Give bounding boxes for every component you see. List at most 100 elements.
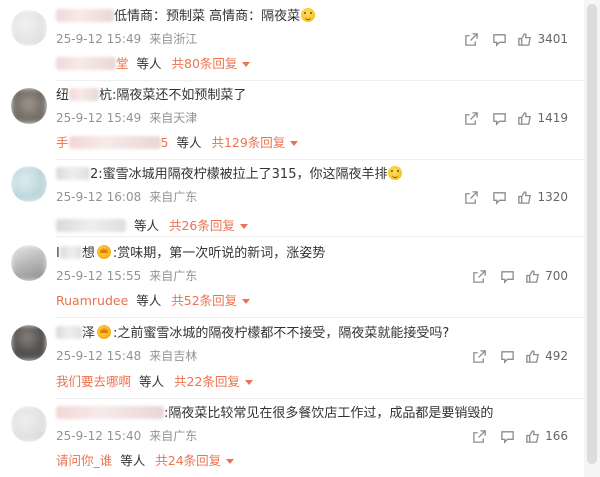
- reply-summary: 手5 等人 共129条回复: [56, 134, 299, 152]
- comment-time: 25-9-12 15:55: [56, 269, 142, 283]
- like-count: 1419: [537, 111, 568, 125]
- comment-time: 25-9-12 16:08: [56, 190, 142, 204]
- like-button[interactable]: 166: [525, 429, 568, 444]
- reply-username[interactable]: Ruamrudee: [56, 293, 128, 308]
- laugh-emoji-icon: [388, 166, 403, 180]
- more-replies-link[interactable]: 共22条回复: [174, 374, 253, 389]
- comment-icon[interactable]: [485, 30, 513, 48]
- reply-username-redacted[interactable]: [68, 136, 161, 149]
- comment-location: 来自广东: [149, 429, 198, 443]
- like-button[interactable]: 1320: [517, 190, 568, 205]
- comment-meta: 25-9-12 15:55 来自广东: [56, 268, 197, 284]
- more-replies-link[interactable]: 共24条回复: [155, 453, 235, 468]
- comment-time: 25-9-12 15:49: [56, 32, 142, 46]
- reply-summary: 请问你_谁 等人 共24条回复: [56, 452, 235, 470]
- comment-icon[interactable]: [485, 188, 513, 206]
- comment-item: 2:蜜雪冰城用隔夜柠檬被拉上了315，你这隔夜羊排 25-9-12 16:08 来…: [0, 160, 584, 236]
- reply-username[interactable]: 请问你_谁: [56, 453, 112, 468]
- scrollbar-thumb[interactable]: [587, 4, 597, 464]
- more-replies-link[interactable]: 共80条回复: [172, 56, 251, 71]
- share-icon[interactable]: [457, 188, 485, 206]
- chevron-down-icon: [290, 141, 299, 146]
- comment-location: 来自广东: [149, 269, 198, 283]
- chevron-down-icon: [239, 224, 248, 229]
- comment-text: 泽:之前蜜雪冰城的隔夜柠檬都不不接受，隔夜菜就能接受吗?: [56, 325, 449, 343]
- like-button[interactable]: 3401: [517, 32, 568, 47]
- chevron-down-icon: [226, 459, 235, 464]
- comment-text: 2:蜜雪冰城用隔夜柠檬被拉上了315，你这隔夜羊排: [56, 166, 403, 184]
- share-icon[interactable]: [457, 109, 485, 127]
- like-icon: [518, 32, 532, 46]
- comment-feed: 低情商：预制菜 高情商：隔夜菜 25-9-12 15:49 来自浙江 3401 堂…: [0, 0, 584, 477]
- comment-actions: 1419: [457, 109, 568, 127]
- like-count: 700: [545, 269, 568, 283]
- like-count: 3401: [537, 32, 568, 46]
- comment-item: I 想:赏味期，第一次听说的新词，涨姿势 25-9-12 15:55 来自广东 70…: [0, 237, 584, 317]
- comment-actions: 700: [465, 267, 568, 285]
- like-button[interactable]: 1419: [517, 111, 568, 126]
- like-icon: [526, 349, 540, 363]
- avatar[interactable]: [11, 88, 47, 124]
- share-icon[interactable]: [457, 30, 485, 48]
- comment-item: 泽:之前蜜雪冰城的隔夜柠檬都不不接受，隔夜菜就能接受吗? 25-9-12 15:…: [0, 318, 584, 398]
- scrollbar[interactable]: [584, 0, 600, 477]
- comment-meta: 25-9-12 16:08 来自广东: [56, 189, 197, 205]
- username-redacted[interactable]: [56, 326, 82, 339]
- comment-time: 25-9-12 15:49: [56, 111, 142, 125]
- like-button[interactable]: 492: [525, 349, 568, 364]
- avatar[interactable]: [11, 245, 47, 281]
- comment-icon[interactable]: [493, 347, 521, 365]
- comment-icon[interactable]: [493, 427, 521, 445]
- avatar[interactable]: [11, 406, 47, 442]
- comment-location: 来自广东: [149, 190, 198, 204]
- comment-meta: 25-9-12 15:48 来自吉林: [56, 348, 197, 364]
- comment-location: 来自吉林: [149, 349, 198, 363]
- username-redacted[interactable]: [59, 246, 82, 259]
- more-replies-link[interactable]: 共26条回复: [169, 218, 248, 233]
- comment-meta: 25-9-12 15:49 来自浙江: [56, 31, 197, 47]
- like-count: 1320: [537, 190, 568, 204]
- reply-summary: 堂 等人 共80条回复: [56, 55, 251, 73]
- comment-text: 低情商：预制菜 高情商：隔夜菜: [56, 8, 316, 26]
- comment-icon[interactable]: [493, 267, 521, 285]
- username-redacted[interactable]: [69, 88, 100, 101]
- share-icon[interactable]: [465, 347, 493, 365]
- username-redacted[interactable]: [56, 406, 164, 419]
- more-replies-link[interactable]: 共129条回复: [211, 135, 299, 150]
- comment-actions: 3401: [457, 30, 568, 48]
- reply-summary: 等人 共26条回复: [56, 217, 248, 235]
- avatar[interactable]: [11, 166, 47, 202]
- comment-actions: 1320: [457, 188, 568, 206]
- like-icon: [526, 429, 540, 443]
- comment-location: 来自天津: [149, 111, 198, 125]
- share-icon[interactable]: [465, 267, 493, 285]
- avatar[interactable]: [11, 10, 47, 46]
- comment-location: 来自浙江: [149, 32, 198, 46]
- chevron-down-icon: [242, 299, 251, 304]
- reply-summary: Ruamrudee 等人 共52条回复: [56, 292, 251, 310]
- comment-time: 25-9-12 15:40: [56, 429, 142, 443]
- avatar[interactable]: [11, 325, 47, 361]
- like-button[interactable]: 700: [525, 269, 568, 284]
- comment-text: 纽杭:隔夜菜还不如预制菜了: [56, 88, 247, 103]
- comment-meta: 25-9-12 15:49 来自天津: [56, 110, 197, 126]
- like-icon: [518, 190, 532, 204]
- like-count: 492: [545, 349, 568, 363]
- crown-badge-icon: [96, 245, 111, 259]
- reply-username-redacted[interactable]: [56, 219, 126, 232]
- more-replies-link[interactable]: 共52条回复: [171, 293, 251, 308]
- like-count: 166: [545, 429, 568, 443]
- reply-username[interactable]: 我们要去哪啊: [56, 374, 131, 389]
- like-icon: [526, 269, 540, 283]
- comment-meta: 25-9-12 15:40 来自广东: [56, 428, 197, 444]
- comment-icon[interactable]: [485, 109, 513, 127]
- share-icon[interactable]: [465, 427, 493, 445]
- username-redacted[interactable]: [56, 167, 90, 180]
- chevron-down-icon: [244, 380, 253, 385]
- crown-badge-icon: [97, 325, 112, 339]
- smile-emoji-icon: [301, 8, 316, 22]
- username-redacted[interactable]: [56, 9, 114, 22]
- reply-summary: 我们要去哪啊 等人 共22条回复: [56, 373, 253, 391]
- like-icon: [518, 111, 532, 125]
- reply-username-redacted[interactable]: [56, 57, 116, 70]
